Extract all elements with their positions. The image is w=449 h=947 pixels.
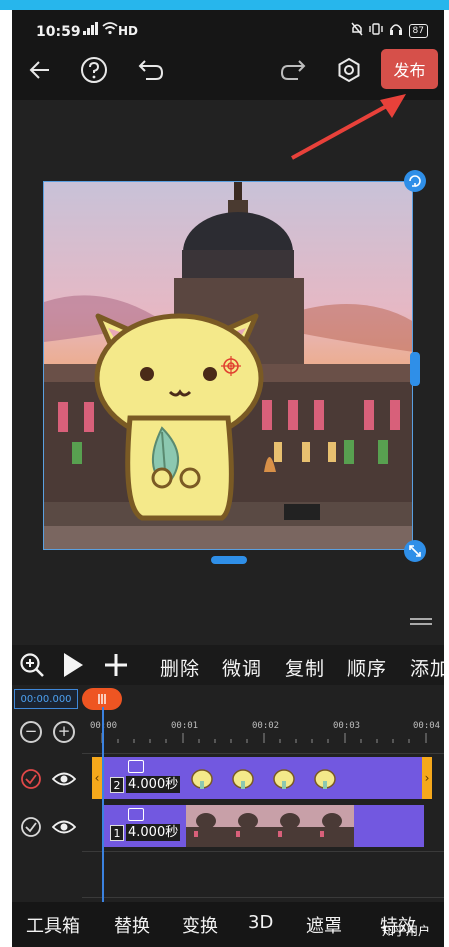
redo-icon[interactable] xyxy=(278,54,310,86)
ruler-label-4: 00:04 xyxy=(413,721,441,731)
preview-photo[interactable] xyxy=(43,181,413,550)
time-ruler: 00:00 00:01 00:02 00:03 00:04 xyxy=(90,715,444,745)
tab-toolbox[interactable]: 工具箱 xyxy=(26,912,80,938)
sticker-thumbnails xyxy=(191,769,336,789)
network-label: HD xyxy=(118,24,139,38)
status-time: 10:59 xyxy=(36,24,81,40)
cat-sticker[interactable] xyxy=(92,308,267,530)
zoom-in-timeline-icon[interactable]: + xyxy=(53,721,75,743)
edit-action-bar: 删除 微调 复制 顺序 添加 xyxy=(12,645,444,685)
battery-icon: 87 xyxy=(408,24,428,38)
ruler-label-2: 00:02 xyxy=(252,721,280,731)
image-clip-icon xyxy=(128,760,144,773)
status-icons: 87 xyxy=(350,22,428,40)
tab-transform[interactable]: 变换 xyxy=(182,912,218,938)
preview-canvas xyxy=(12,94,444,645)
image-clip-icon xyxy=(128,808,144,821)
playhead-line[interactable] xyxy=(102,707,104,902)
timecode-display: 00:00.000 xyxy=(14,689,78,709)
clip-number: 1 xyxy=(110,825,124,841)
bottom-edge-handle[interactable] xyxy=(211,556,247,564)
add-more-button[interactable]: 添加 xyxy=(410,654,444,681)
bottom-tool-bar: 工具箱 替换 变换 3D 遮罩 特效 xyxy=(12,902,444,947)
screenshot-frame: 10:59 HD 87 发布 删除 微调 复制 顺序 添加 00:00.000 … xyxy=(0,0,449,947)
timeline-panel: 00:00.000 − + 00:01 00:02 00:03 00:04 ‹ … xyxy=(12,685,444,902)
tab-mask[interactable]: 遮罩 xyxy=(306,912,342,938)
help-icon[interactable] xyxy=(78,54,110,86)
play-icon[interactable] xyxy=(60,651,86,679)
photo-thumbnails xyxy=(186,805,354,847)
wifi-icon xyxy=(102,21,118,39)
right-edge-handle[interactable] xyxy=(410,352,420,386)
publish-button[interactable]: 发布 xyxy=(381,49,438,89)
clip-duration: 4.000秒 xyxy=(126,776,181,793)
photo-clip[interactable]: 1 4.000秒 xyxy=(102,805,424,847)
sticker-clip[interactable]: ‹ › 2 4.000秒 xyxy=(92,757,432,799)
mute-icon xyxy=(350,22,363,40)
track-row-2: ‹ › 2 4.000秒 xyxy=(12,755,444,803)
settings-icon[interactable] xyxy=(333,54,365,86)
fine-tune-button[interactable]: 微调 xyxy=(222,654,262,681)
order-button[interactable]: 顺序 xyxy=(347,654,387,681)
clip-number: 2 xyxy=(110,777,124,793)
panel-menu-icon[interactable] xyxy=(410,618,432,628)
crosshair-icon[interactable] xyxy=(221,356,241,376)
track-check-icon[interactable] xyxy=(20,816,42,838)
visibility-eye-icon[interactable] xyxy=(52,816,76,838)
headphone-icon xyxy=(389,22,403,40)
clip-duration: 4.000秒 xyxy=(126,824,181,841)
add-icon[interactable] xyxy=(102,651,130,679)
visibility-eye-icon[interactable] xyxy=(52,768,76,790)
track-divider xyxy=(82,753,444,754)
clip-left-handle-icon[interactable]: ‹ xyxy=(92,757,102,799)
undo-icon[interactable] xyxy=(134,54,166,86)
video-editor-app: 10:59 HD 87 发布 删除 微调 复制 顺序 添加 00:00.000 … xyxy=(12,10,444,947)
status-bar: 10:59 HD 87 xyxy=(12,10,444,44)
delete-button[interactable]: 删除 xyxy=(160,654,200,681)
zoom-in-icon[interactable] xyxy=(18,651,46,679)
track-row-1: 1 4.000秒 xyxy=(12,803,444,851)
vibrate-icon xyxy=(368,22,383,40)
top-border-stripe xyxy=(0,0,449,10)
ruler-label-3: 00:03 xyxy=(333,721,361,731)
tab-3d[interactable]: 3D xyxy=(248,912,273,933)
rotate-handle-icon[interactable] xyxy=(404,170,426,192)
back-arrow-icon[interactable] xyxy=(24,54,56,86)
track-divider xyxy=(82,897,444,898)
track-divider xyxy=(82,851,444,852)
copy-button[interactable]: 复制 xyxy=(285,654,325,681)
scale-handle-icon[interactable] xyxy=(404,540,426,562)
tab-replace[interactable]: 替换 xyxy=(114,912,150,938)
zoom-out-timeline-icon[interactable]: − xyxy=(20,721,42,743)
ruler-label-1: 00:01 xyxy=(171,721,199,731)
track-check-red-icon[interactable] xyxy=(20,768,42,790)
watermark-text: 知乎用户 xyxy=(382,924,431,938)
annotation-arrow-icon xyxy=(291,94,406,160)
